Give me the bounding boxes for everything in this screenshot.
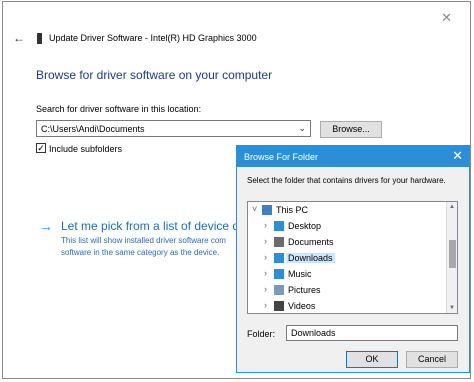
pick-description-line: This list will show installed driver sof… xyxy=(61,236,226,245)
tree-item-label: This PC xyxy=(276,205,309,215)
chevron-icon[interactable]: › xyxy=(264,220,267,230)
pick-description: This list will show installed driver sof… xyxy=(61,235,241,259)
downloads-folder-icon xyxy=(274,253,284,263)
pick-description-line: software in the same category as the dev… xyxy=(61,248,220,257)
close-icon[interactable]: ✕ xyxy=(452,148,463,164)
folder-tree[interactable]: ▲ ▼ ˅ This PC › Desktop › Documents › Downloads… xyxy=(247,201,458,314)
back-arrow-icon[interactable]: ← xyxy=(13,31,25,45)
checkmark-icon: ✓ xyxy=(37,143,45,153)
tree-item[interactable]: › Downloads xyxy=(252,252,442,266)
path-value: C:\Users\Andi\Documents xyxy=(41,124,145,134)
dialog-titlebar: Browse For Folder ✕ xyxy=(237,146,469,167)
dialog-prompt: Select the folder that contains drivers … xyxy=(247,176,446,185)
chevron-down-icon[interactable]: ⌄ xyxy=(298,123,306,134)
chevron-icon[interactable]: › xyxy=(264,300,267,310)
path-combobox[interactable]: C:\Users\Andi\Documents ⌄ xyxy=(36,120,311,137)
tree-item[interactable]: › Desktop xyxy=(252,220,442,234)
browse-button[interactable]: Browse... xyxy=(320,121,382,138)
search-location-label: Search for driver software in this locat… xyxy=(36,104,202,114)
page-heading: Browse for driver software on your compu… xyxy=(36,68,273,82)
tree-item-label: Documents xyxy=(288,237,334,247)
chevron-icon[interactable]: › xyxy=(264,268,267,278)
dialog-title: Browse For Folder xyxy=(244,152,319,162)
tree-item[interactable]: › Pictures xyxy=(252,284,442,298)
pick-from-list-link[interactable]: Let me pick from a list of device driv xyxy=(61,219,252,233)
cancel-button[interactable]: Cancel xyxy=(406,351,458,368)
folder-input[interactable]: Downloads xyxy=(286,325,458,341)
chevron-icon[interactable]: ˅ xyxy=(252,204,257,214)
include-subfolders-label[interactable]: Include subfolders xyxy=(49,144,122,154)
desktop-folder-icon xyxy=(274,221,284,231)
tree-item[interactable]: ˅ This PC xyxy=(252,204,442,218)
tree-item[interactable]: › Videos xyxy=(252,300,442,313)
chevron-icon[interactable]: › xyxy=(264,236,267,246)
tree-item-label: Downloads xyxy=(286,253,335,263)
tree-item-label: Videos xyxy=(288,301,316,311)
ok-button[interactable]: OK xyxy=(346,351,398,368)
tree-item[interactable]: › Documents xyxy=(252,236,442,250)
scroll-down-icon[interactable]: ▼ xyxy=(449,305,455,311)
folder-label: Folder: xyxy=(247,329,276,339)
chevron-icon[interactable]: › xyxy=(264,252,267,262)
browse-for-folder-dialog: Browse For Folder ✕ Select the folder th… xyxy=(236,145,470,373)
window-title: Update Driver Software - Intel(R) HD Gra… xyxy=(49,33,257,43)
include-subfolders-checkbox[interactable]: ✓ xyxy=(36,143,46,153)
device-icon xyxy=(37,33,42,44)
scroll-up-icon[interactable]: ▲ xyxy=(449,204,455,210)
music-folder-icon xyxy=(274,269,284,279)
close-icon[interactable]: ✕ xyxy=(441,10,452,26)
documents-folder-icon xyxy=(274,237,284,247)
scroll-thumb[interactable] xyxy=(449,240,456,268)
tree-item-label: Music xyxy=(288,269,312,279)
videos-folder-icon xyxy=(274,301,284,311)
chevron-icon[interactable]: › xyxy=(264,284,267,294)
pictures-folder-icon xyxy=(274,285,284,295)
tree-item-label: Desktop xyxy=(288,221,322,231)
computer-icon xyxy=(262,205,272,215)
tree-item[interactable]: › Music xyxy=(252,268,442,282)
right-arrow-icon[interactable]: → xyxy=(39,218,53,234)
tree-item-label: Pictures xyxy=(288,285,321,295)
tree-scrollbar[interactable]: ▲ ▼ xyxy=(446,202,457,313)
